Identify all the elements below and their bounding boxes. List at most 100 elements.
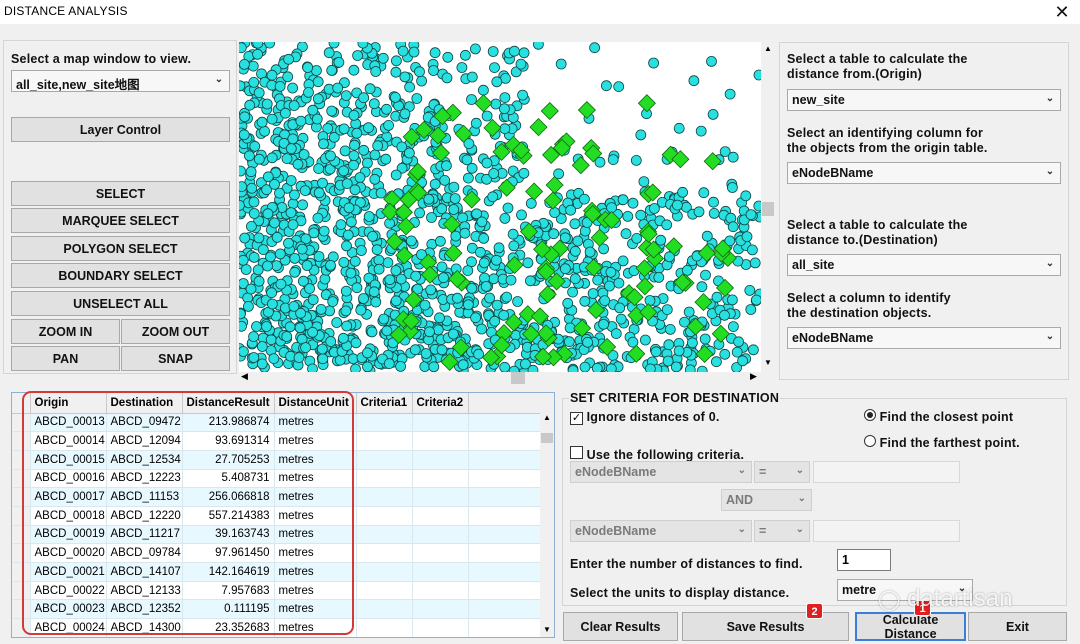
- farthest-radio[interactable]: Find the farthest point.: [864, 435, 1020, 450]
- site-marker: [487, 191, 499, 203]
- site-marker: [252, 48, 264, 60]
- criteria-value-1: [813, 461, 960, 483]
- checkbox-icon[interactable]: [570, 446, 583, 459]
- chevron-down-icon: ⌄: [1045, 93, 1055, 104]
- table-cell[interactable]: [356, 543, 413, 563]
- scroll-left-icon[interactable]: ◀: [241, 371, 248, 382]
- site-marker: [727, 151, 739, 163]
- map-vertical-scrollbar[interactable]: ▲ ▼: [761, 42, 775, 372]
- column-header[interactable]: Criteria1: [356, 393, 413, 414]
- site-marker: [518, 47, 530, 59]
- close-icon[interactable]: ✕: [1050, 0, 1074, 24]
- site-marker: [645, 363, 656, 372]
- table-cell[interactable]: [356, 525, 413, 545]
- table-cell[interactable]: [356, 487, 413, 507]
- radio-selected-icon[interactable]: [864, 409, 876, 421]
- checkmark-icon[interactable]: ✓: [570, 412, 583, 425]
- scroll-down-icon[interactable]: ▼: [543, 625, 551, 634]
- scroll-up-icon[interactable]: ▲: [764, 44, 772, 53]
- table-cell[interactable]: [356, 599, 413, 620]
- site-marker: [351, 282, 363, 294]
- site-marker: [239, 58, 250, 70]
- map-canvas[interactable]: [239, 42, 761, 372]
- site-marker: [331, 317, 343, 328]
- table-cell[interactable]: [412, 487, 469, 507]
- column-header[interactable]: Criteria2: [412, 393, 469, 414]
- table-vertical-scrollbar[interactable]: ▲ ▼: [540, 393, 554, 637]
- table-cell[interactable]: [356, 413, 413, 433]
- dest-column-dropdown[interactable]: eNodeBName ⌄: [787, 327, 1061, 349]
- table-cell[interactable]: [356, 506, 413, 526]
- table-cell[interactable]: [412, 562, 469, 582]
- use-criteria-checkbox[interactable]: Use the following criteria.: [570, 446, 744, 462]
- table-cell[interactable]: [356, 450, 413, 470]
- map-view[interactable]: [239, 42, 761, 372]
- site-marker: [708, 207, 720, 219]
- origin-table-dropdown[interactable]: new_site ⌄: [787, 89, 1061, 111]
- table-cell[interactable]: [412, 599, 469, 620]
- table-scroll-thumb[interactable]: [541, 433, 553, 443]
- zoom-out-button[interactable]: ZOOM OUT: [121, 319, 230, 344]
- table-cell[interactable]: [412, 431, 469, 451]
- hscroll-thumb[interactable]: [511, 372, 525, 384]
- scroll-up-icon[interactable]: ▲: [543, 413, 551, 422]
- marquee-select-button[interactable]: MARQUEE SELECT: [11, 208, 230, 233]
- map-window-dropdown[interactable]: all_site,new_site地图 ⌄: [11, 70, 230, 92]
- table-cell[interactable]: [412, 618, 469, 637]
- site-marker: [266, 113, 278, 125]
- site-marker: [349, 139, 360, 151]
- map-horizontal-scrollbar[interactable]: ◀ ▶: [239, 371, 761, 384]
- snap-button[interactable]: SNAP: [121, 346, 230, 371]
- table-cell[interactable]: [412, 469, 469, 489]
- criteria-op-1-value: =: [759, 465, 767, 479]
- table-cell[interactable]: [356, 618, 413, 637]
- map-window-value: all_site,new_site地图: [16, 78, 140, 92]
- scroll-down-icon[interactable]: ▼: [764, 358, 772, 367]
- site-marker: [319, 273, 331, 285]
- criteria-field-1-value: eNodeBName: [575, 465, 657, 479]
- layer-control-button[interactable]: Layer Control: [11, 117, 230, 142]
- radio-icon[interactable]: [864, 435, 876, 447]
- site-marker: [481, 110, 493, 122]
- table-cell-empty: [468, 599, 543, 620]
- exit-button[interactable]: Exit: [968, 612, 1067, 641]
- save-results-button[interactable]: Save Results: [682, 612, 849, 641]
- table-cell[interactable]: [412, 581, 469, 601]
- table-cell[interactable]: [412, 543, 469, 563]
- num-distances-input[interactable]: 1: [837, 549, 891, 571]
- site-marker: [462, 265, 474, 277]
- table-cell[interactable]: [356, 562, 413, 582]
- site-marker: [289, 252, 301, 264]
- site-marker: [274, 81, 286, 92]
- closest-radio[interactable]: Find the closest point: [864, 409, 1013, 424]
- table-cell[interactable]: [356, 469, 413, 489]
- ignore-zero-checkbox[interactable]: ✓ Ignore distances of 0.: [570, 409, 720, 425]
- site-marker: [476, 323, 488, 335]
- origin-column-dropdown[interactable]: eNodeBName ⌄: [787, 162, 1061, 184]
- clear-results-button[interactable]: Clear Results: [563, 612, 678, 641]
- pan-button[interactable]: PAN: [11, 346, 120, 371]
- site-marker: [461, 154, 473, 166]
- table-cell[interactable]: [412, 450, 469, 470]
- select-button[interactable]: SELECT: [11, 181, 230, 206]
- table-cell[interactable]: [412, 413, 469, 433]
- chevron-down-icon: ⌄: [795, 465, 804, 476]
- scroll-right-icon[interactable]: ▶: [750, 371, 757, 382]
- site-marker: [283, 237, 294, 249]
- site-marker: [438, 272, 449, 284]
- dest-table-dropdown[interactable]: all_site ⌄: [787, 254, 1061, 276]
- table-cell[interactable]: [356, 581, 413, 601]
- polygon-select-button[interactable]: POLYGON SELECT: [11, 236, 230, 261]
- site-marker: [285, 175, 297, 186]
- site-marker: [488, 273, 500, 285]
- calculate-distance-button[interactable]: Calculate Distance: [855, 612, 966, 641]
- site-marker: [753, 69, 761, 81]
- table-cell[interactable]: [412, 506, 469, 526]
- scroll-thumb[interactable]: [762, 202, 774, 216]
- table-cell[interactable]: [412, 525, 469, 545]
- unselect-all-button[interactable]: UNSELECT ALL: [11, 291, 230, 316]
- zoom-in-button[interactable]: ZOOM IN: [11, 319, 120, 344]
- site-marker: [562, 297, 574, 309]
- table-cell[interactable]: [356, 431, 413, 451]
- boundary-select-button[interactable]: BOUNDARY SELECT: [11, 263, 230, 288]
